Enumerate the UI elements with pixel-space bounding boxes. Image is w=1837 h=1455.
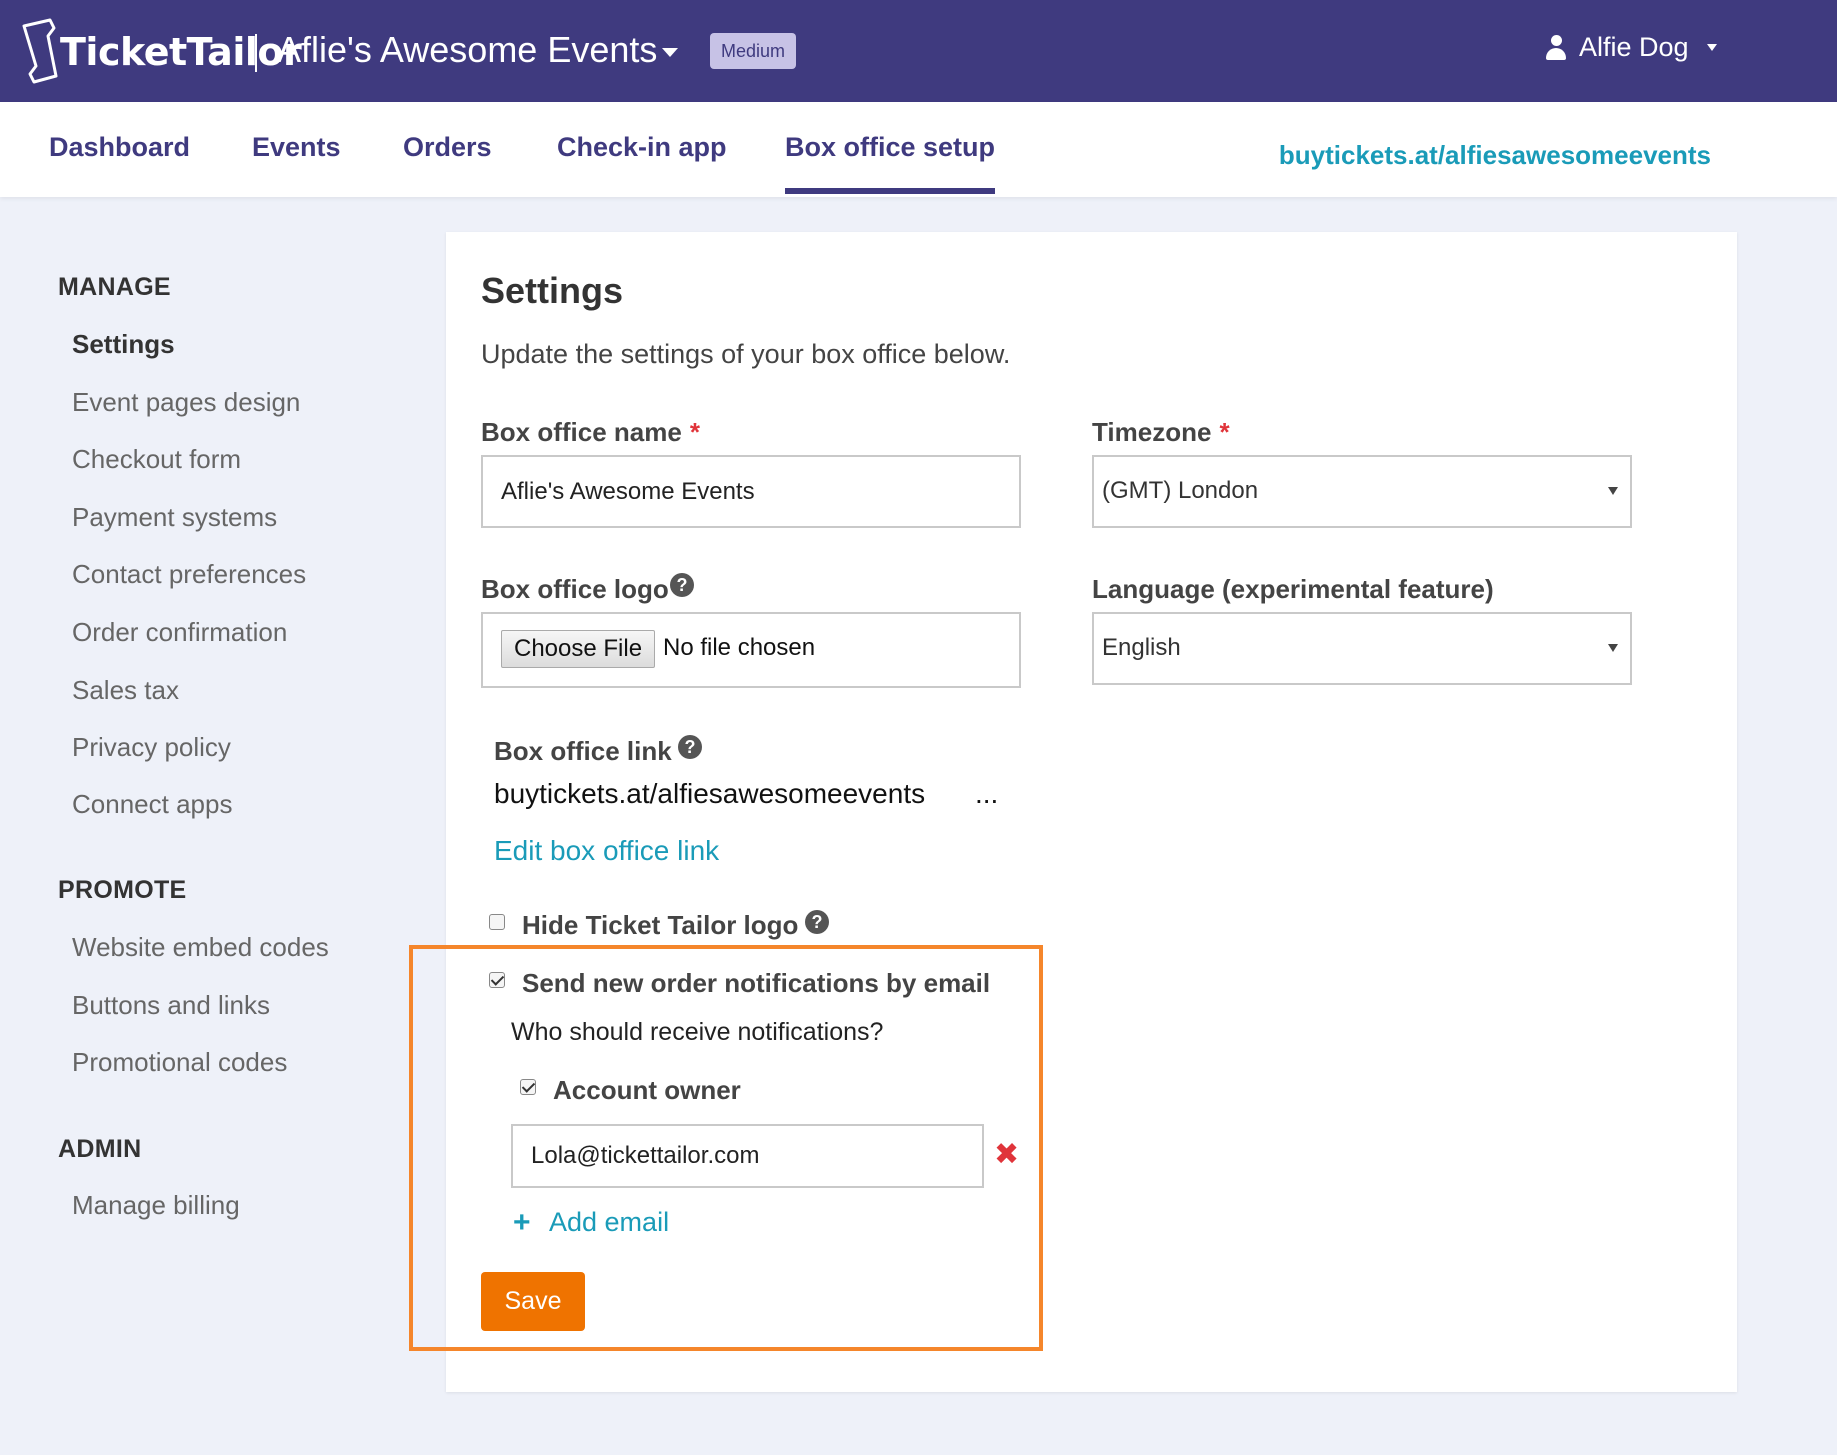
box-office-url-link[interactable]: buytickets.at/alfiesawesomeevents — [1279, 140, 1711, 171]
user-name: Alfie Dog — [1579, 32, 1689, 62]
tab-check-in-app[interactable]: Check-in app — [557, 132, 727, 163]
tab-orders[interactable]: Orders — [403, 132, 492, 163]
chevron-down-icon — [1706, 44, 1717, 51]
user-menu[interactable]: Alfie Dog — [1545, 32, 1717, 63]
plus-icon[interactable]: + — [513, 1208, 531, 1238]
help-icon[interactable]: ? — [678, 735, 702, 759]
notification-email-field[interactable] — [511, 1124, 984, 1188]
box-office-name-label: Box office name * — [481, 417, 700, 448]
timezone-value: (GMT) London — [1102, 477, 1259, 504]
tab-events[interactable]: Events — [252, 132, 341, 163]
dropdown-arrow-icon — [1608, 487, 1618, 495]
page-subtitle: Update the settings of your box office b… — [481, 339, 1011, 369]
hide-logo-label: Hide Ticket Tailor logo — [522, 910, 799, 940]
logo-file-field: Choose File No file chosen — [481, 612, 1021, 688]
sidebar-item-settings[interactable]: Settings — [72, 329, 175, 360]
box-office-name-input[interactable] — [483, 457, 1019, 526]
link-ellipsis: ... — [975, 778, 999, 809]
logo-text: TicketTailor — [60, 30, 302, 74]
header-divider — [255, 34, 257, 72]
help-icon[interactable]: ? — [805, 910, 829, 934]
timezone-select[interactable]: (GMT) London — [1092, 455, 1632, 528]
hide-logo-checkbox[interactable] — [489, 914, 505, 930]
required-mark: * — [689, 417, 700, 447]
org-name[interactable]: Aflie's Awesome Events — [277, 29, 657, 71]
sidebar-item-website-embed-codes[interactable]: Website embed codes — [72, 932, 329, 963]
plan-badge: Medium — [710, 33, 797, 69]
help-icon[interactable]: ? — [670, 573, 694, 597]
user-icon — [1545, 34, 1567, 61]
sidebar-item-payment-systems[interactable]: Payment systems — [72, 502, 277, 533]
notification-email-input[interactable] — [513, 1126, 982, 1186]
sidebar-item-contact-preferences[interactable]: Contact preferences — [72, 559, 306, 590]
timezone-label-text: Timezone — [1092, 417, 1212, 447]
page-title: Settings — [481, 270, 624, 311]
language-label: Language (experimental feature) — [1092, 574, 1494, 604]
box-office-link-label: Box office link — [494, 736, 672, 766]
sidebar-item-promotional-codes[interactable]: Promotional codes — [72, 1047, 287, 1078]
sidebar-item-checkout-form[interactable]: Checkout form — [72, 444, 241, 475]
box-office-logo-label: Box office logo — [481, 574, 669, 604]
account-owner-checkbox[interactable] — [520, 1079, 536, 1095]
choose-file-button[interactable]: Choose File — [501, 630, 656, 668]
sidebar-item-sales-tax[interactable]: Sales tax — [72, 675, 179, 706]
box-office-name-field[interactable] — [481, 455, 1021, 528]
ticket-tailor-logo[interactable]: TicketTailor — [20, 16, 302, 86]
send-notifications-checkbox[interactable] — [489, 972, 505, 988]
sidebar-item-privacy-policy[interactable]: Privacy policy — [72, 732, 231, 763]
edit-box-office-link[interactable]: Edit box office link — [494, 835, 719, 867]
sidebar-heading-admin: ADMIN — [58, 1135, 142, 1163]
sidebar-item-manage-billing[interactable]: Manage billing — [72, 1190, 240, 1221]
account-owner-label: Account owner — [553, 1075, 741, 1105]
top-bar: TicketTailor Aflie's Awesome Events Medi… — [0, 0, 1837, 102]
send-notifications-label: Send new order notifications by email — [522, 968, 991, 998]
sidebar-heading-promote: PROMOTE — [58, 876, 187, 904]
box-office-name-label-text: Box office name — [481, 417, 682, 447]
timezone-label: Timezone * — [1092, 417, 1230, 448]
required-mark: * — [1219, 417, 1230, 447]
sidebar-item-event-pages-design[interactable]: Event pages design — [72, 387, 300, 418]
sidebar-item-order-confirmation[interactable]: Order confirmation — [72, 617, 287, 648]
language-select[interactable]: English — [1092, 612, 1632, 685]
box-office-link-value: buytickets.at/alfiesawesomeevents — [494, 778, 926, 809]
tab-box-office-setup[interactable]: Box office setup — [785, 132, 996, 194]
language-value: English — [1102, 634, 1181, 661]
add-email-link[interactable]: Add email — [549, 1207, 669, 1238]
file-status: No file chosen — [663, 634, 816, 661]
sidebar-item-connect-apps[interactable]: Connect apps — [72, 789, 232, 820]
tab-dashboard[interactable]: Dashboard — [49, 132, 190, 163]
chevron-down-icon[interactable] — [662, 48, 678, 57]
save-button[interactable]: Save — [481, 1272, 585, 1331]
remove-email-icon[interactable]: ✖ — [994, 1140, 1019, 1170]
sidebar-item-buttons-and-links[interactable]: Buttons and links — [72, 990, 270, 1021]
sidebar-heading-manage: MANAGE — [58, 273, 171, 301]
recipients-question: Who should receive notifications? — [511, 1018, 884, 1046]
dropdown-arrow-icon — [1608, 644, 1618, 652]
main-nav: Dashboard Events Orders Check-in app Box… — [0, 102, 1837, 197]
